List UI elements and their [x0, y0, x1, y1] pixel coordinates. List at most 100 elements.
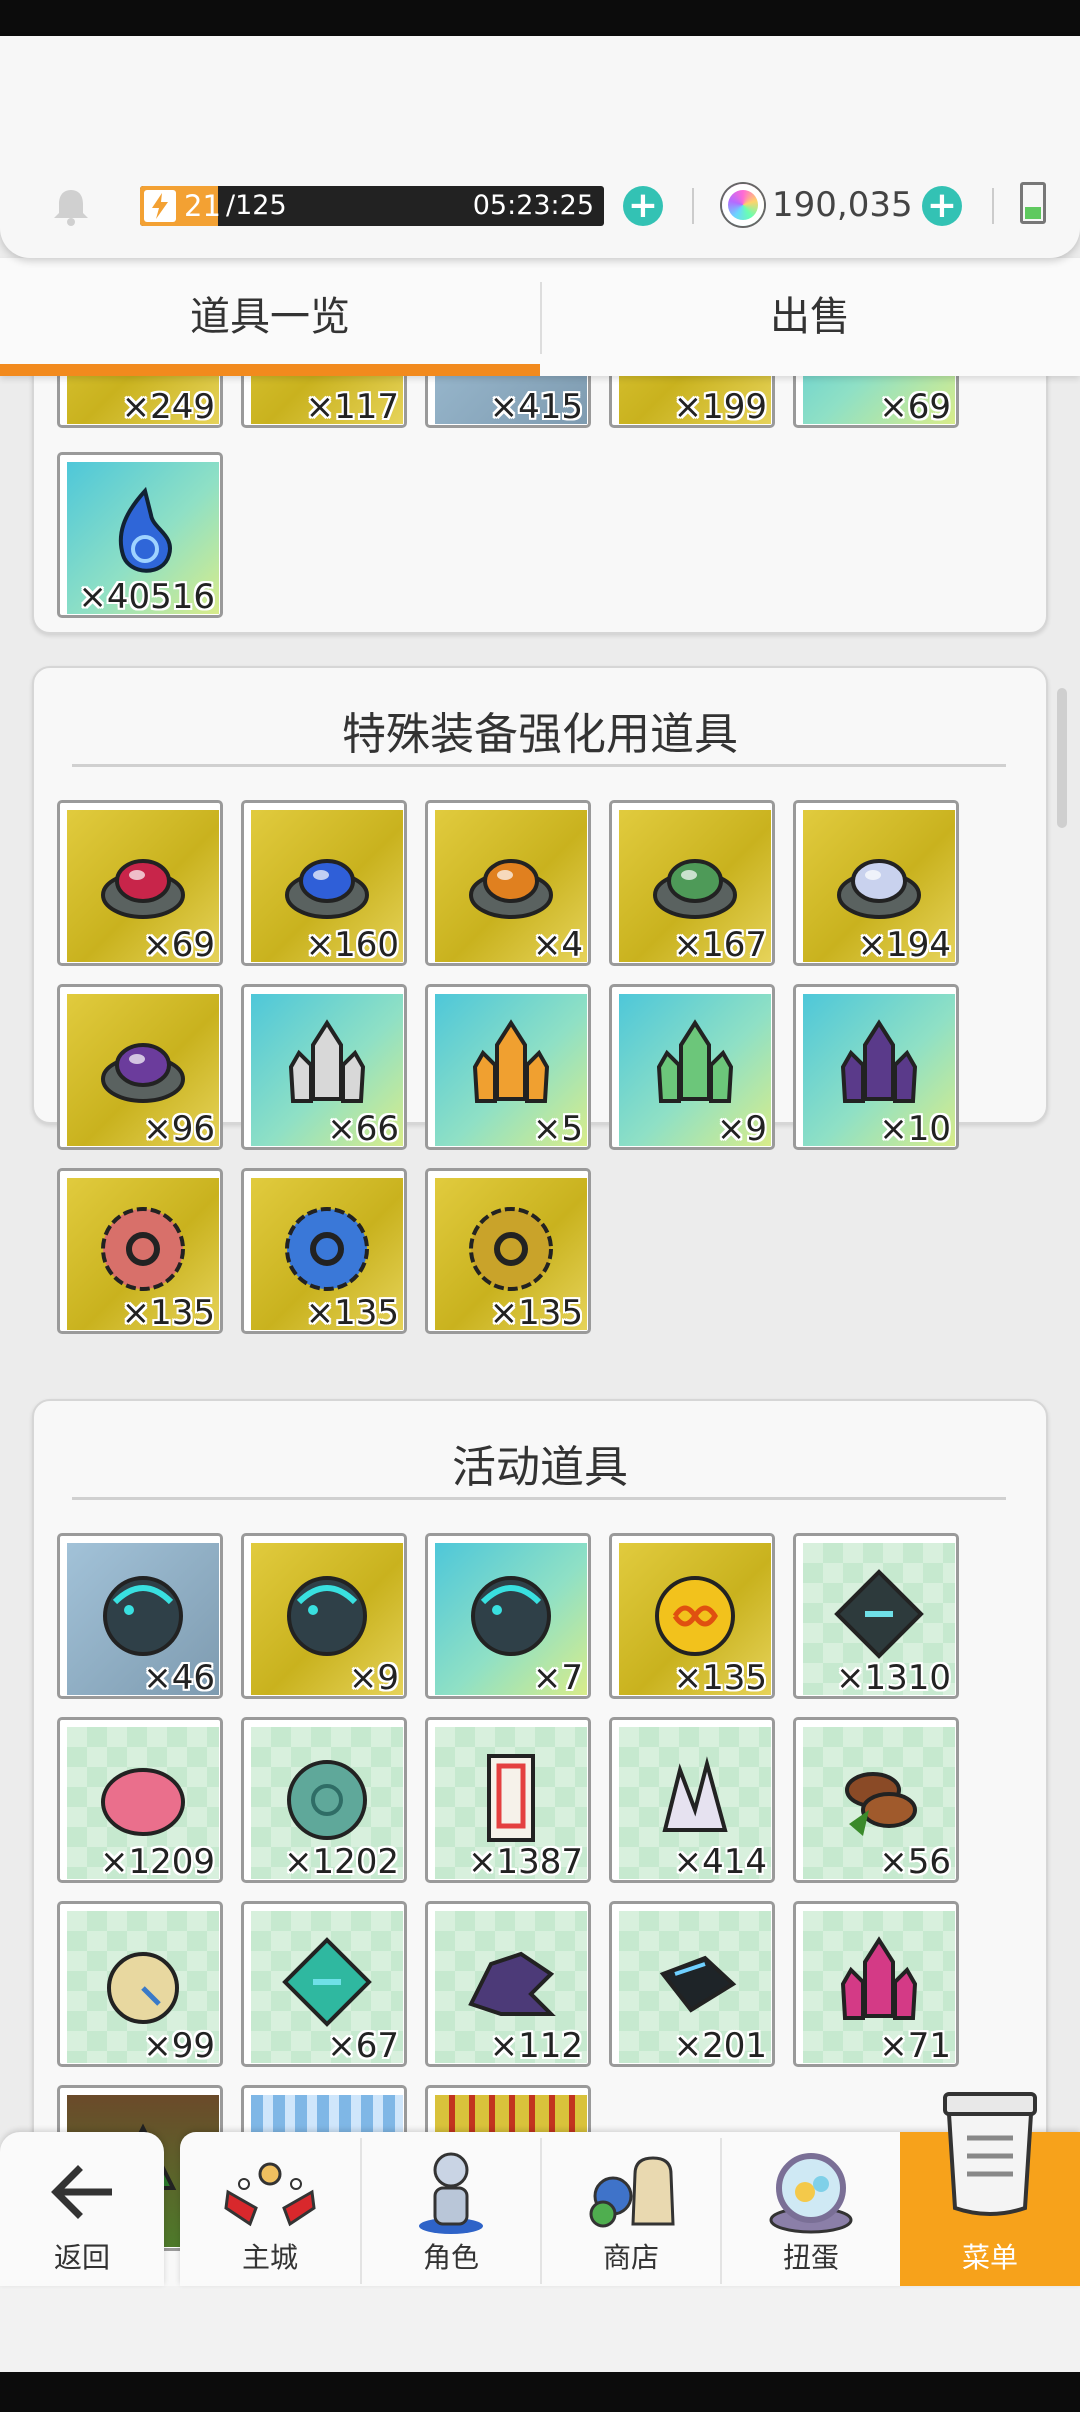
gacha-machine-icon	[769, 2153, 853, 2234]
item-slot[interactable]: ×56	[793, 1717, 959, 1883]
item-count: ×4	[532, 925, 583, 965]
dark-orb-icon	[103, 1576, 183, 1656]
white-crystal-cluster-icon	[662, 1756, 728, 1832]
item-slot[interactable]: ×99	[57, 1901, 223, 2067]
item-slot[interactable]: ×96	[57, 984, 223, 1150]
item-slot[interactable]: ×135	[609, 1533, 775, 1699]
item-slot[interactable]: ×112	[425, 1901, 591, 2067]
nav-label: 角色	[422, 2241, 479, 2274]
item-count: ×9	[348, 1658, 399, 1698]
nav-item-gacha[interactable]: 扭蛋	[722, 2132, 900, 2286]
green-crystal-icon	[656, 1019, 734, 1103]
item-slot[interactable]: ×69	[793, 376, 959, 428]
nav-label: 菜单	[961, 2241, 1018, 2274]
nav-item-character[interactable]: 角色	[362, 2132, 540, 2286]
item-slot[interactable]: ×46	[57, 1533, 223, 1699]
shop-bag-icon	[589, 2156, 675, 2228]
item-slot[interactable]: ×9	[241, 1533, 407, 1699]
item-slot[interactable]: ×135	[241, 1168, 407, 1334]
nav-item-shop[interactable]: 商店	[542, 2132, 720, 2286]
item-slot[interactable]: ×1387	[425, 1717, 591, 1883]
blue-gear-icon	[285, 1207, 369, 1291]
item-slot[interactable]: ×194	[793, 800, 959, 966]
item-slot[interactable]: ×5	[425, 984, 591, 1150]
item-count: ×194	[857, 925, 951, 965]
back-button[interactable]: 返回	[0, 2132, 164, 2286]
item-slot[interactable]: ×117	[241, 376, 407, 428]
item-count: ×135	[673, 1658, 767, 1698]
item-count: ×1310	[835, 1658, 951, 1698]
item-count: ×135	[489, 1293, 583, 1333]
item-count: ×67	[327, 2026, 399, 2066]
dark-card-icon	[834, 1569, 924, 1659]
battery-icon	[1020, 182, 1046, 224]
item-count: ×135	[305, 1293, 399, 1333]
item-slot[interactable]: ×135	[57, 1168, 223, 1334]
white-crystal-icon	[288, 1019, 366, 1103]
cocoa-beans-icon	[845, 1772, 917, 1836]
item-slot[interactable]: ×7	[425, 1533, 591, 1699]
item-slot[interactable]: ×135	[425, 1168, 591, 1334]
top-header: 21 /125 05:23:25 + 190,035 +	[0, 36, 1080, 258]
item-slot[interactable]: ×4	[425, 800, 591, 966]
item-slot[interactable]: ×69	[57, 800, 223, 966]
item-count: ×201	[673, 2026, 767, 2066]
blue-ore-icon	[285, 859, 369, 919]
item-slot[interactable]: ×249	[57, 376, 223, 428]
item-slot[interactable]: ×160	[241, 800, 407, 966]
item-slot[interactable]: ×71	[793, 1901, 959, 2067]
notification-bell-icon[interactable]	[48, 186, 94, 226]
item-tabs: 道具一览 出售	[0, 258, 1080, 376]
nav-item-menu[interactable]: 菜单	[900, 2092, 1080, 2286]
header-divider	[992, 188, 994, 224]
item-count: ×135	[121, 1293, 215, 1333]
clock-medal-icon	[107, 1952, 179, 2024]
item-count: ×167	[673, 925, 767, 965]
green-ore-icon	[653, 859, 737, 919]
item-count: ×117	[305, 387, 399, 427]
black-gem-icon	[659, 1955, 737, 2013]
back-label: 返回	[53, 2241, 110, 2274]
item-slot[interactable]: ×415	[425, 376, 591, 428]
item-slot[interactable]: ×167	[609, 800, 775, 966]
active-tab-indicator	[0, 364, 540, 376]
back-arrow-icon	[51, 2165, 112, 2219]
item-slot[interactable]: ×1310	[793, 1533, 959, 1699]
panel-title: 活动道具	[452, 1442, 628, 1493]
item-count: ×99	[143, 2026, 215, 2066]
tab-item-list[interactable]: 道具一览	[0, 258, 540, 376]
item-count: ×414	[673, 1842, 767, 1882]
item-slot[interactable]: ×40516	[57, 452, 223, 618]
add-gems-button[interactable]: +	[922, 186, 962, 226]
tab-sell[interactable]: 出售	[540, 258, 1080, 376]
item-slot[interactable]: ×201	[609, 1901, 775, 2067]
red-ore-icon	[101, 859, 185, 919]
item-slot[interactable]: ×67	[241, 1901, 407, 2067]
item-slot[interactable]: ×199	[609, 376, 775, 428]
nav-label: 扭蛋	[782, 2241, 839, 2274]
item-count: ×9	[716, 1109, 767, 1149]
stamina-bar: 21 /125 05:23:25	[140, 186, 604, 226]
jade-disc-icon	[287, 1760, 367, 1840]
item-count: ×10	[879, 1109, 951, 1149]
add-stamina-button[interactable]: +	[623, 186, 663, 226]
nav-item-castle[interactable]: 主城	[180, 2132, 360, 2286]
red-gear-icon	[101, 1207, 185, 1291]
item-list-content[interactable]: ×249 ×117 ×415 ×199 ×69 ×40516 特殊装备强化用道具 ×69…	[0, 376, 1080, 2286]
item-count: ×56	[879, 1842, 951, 1882]
item-slot[interactable]: ×1209	[57, 1717, 223, 1883]
orange-ore-icon	[469, 859, 553, 919]
system-navigation-bar	[0, 2286, 1080, 2372]
item-slot[interactable]: ×1202	[241, 1717, 407, 1883]
item-panel-special: 特殊装备强化用道具 ×69 ×160 ×4 ×167 ×194 ×96 ×66 …	[32, 666, 1048, 1334]
item-slot[interactable]: ×10	[793, 984, 959, 1150]
scrollbar[interactable]	[1057, 688, 1067, 828]
item-count: ×96	[143, 1109, 215, 1149]
item-slot[interactable]: ×66	[241, 984, 407, 1150]
item-slot[interactable]: ×9	[609, 984, 775, 1150]
gem-currency-icon	[722, 184, 764, 226]
item-slot[interactable]: ×414	[609, 1717, 775, 1883]
item-count: ×249	[121, 387, 215, 427]
item-count: ×71	[879, 2026, 951, 2066]
purple-ore-icon	[101, 1043, 185, 1103]
